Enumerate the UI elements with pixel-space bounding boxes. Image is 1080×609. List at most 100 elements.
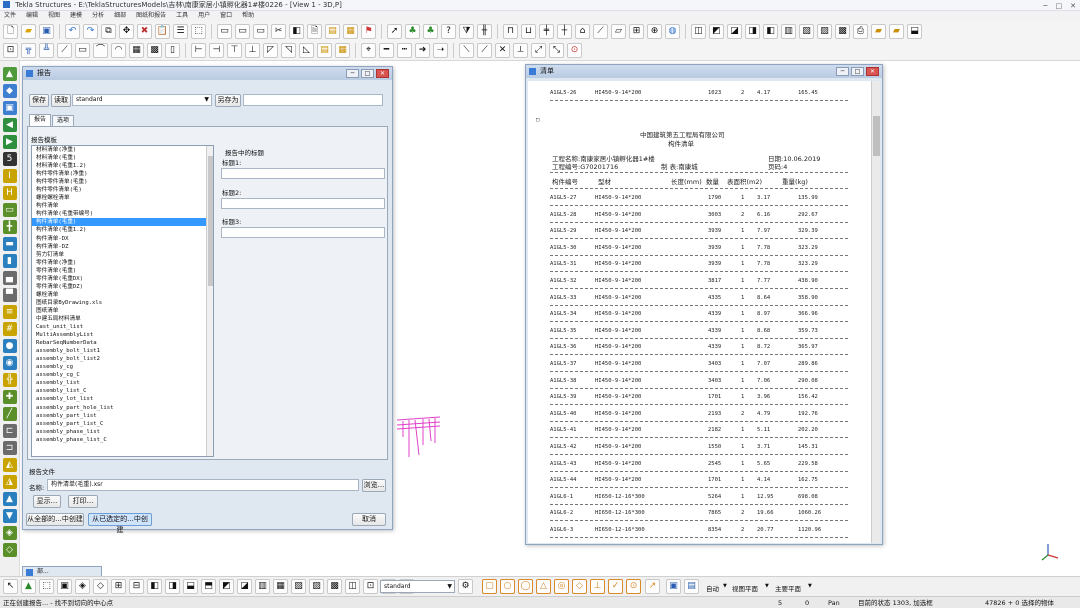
- menu-edit[interactable]: 编辑: [26, 11, 38, 21]
- select-switch-20-icon[interactable]: ◫: [345, 579, 360, 594]
- help-icon[interactable]: ?: [441, 23, 456, 39]
- ladder-tool-icon[interactable]: ⊐: [2, 441, 17, 455]
- select-switch-18-icon[interactable]: ▨: [309, 579, 324, 594]
- cut-part-icon[interactable]: ⊤: [227, 43, 242, 58]
- template-list-item[interactable]: 图纸清单: [32, 307, 213, 315]
- concrete-icon[interactable]: ▦: [129, 43, 144, 58]
- arrow-icon[interactable]: ➚: [387, 23, 402, 39]
- template-list-item[interactable]: assembly_cg_C: [32, 371, 213, 379]
- select-switch-11-icon[interactable]: ⬓: [183, 579, 198, 594]
- curved-beam-icon[interactable]: ◠: [111, 43, 126, 58]
- viewer-scroll-thumb[interactable]: [873, 116, 880, 156]
- folder-icon[interactable]: ▦: [343, 23, 358, 39]
- component-icon[interactable]: ⊡: [3, 43, 18, 58]
- template-list-item[interactable]: assembly_part_list_C: [32, 420, 213, 428]
- plate-tool-icon[interactable]: ▭: [2, 203, 17, 217]
- drawing2-icon[interactable]: ▦: [335, 43, 350, 58]
- new-icon[interactable]: 🗋: [3, 23, 18, 39]
- select-all-icon[interactable]: ▲: [2, 67, 17, 81]
- panel-icon[interactable]: ▯: [165, 43, 180, 58]
- cut-line-icon[interactable]: ⊣: [209, 43, 224, 58]
- dialog-maximize-button[interactable]: □: [361, 69, 374, 78]
- template-list-item[interactable]: 构件清单-DZ: [32, 243, 213, 251]
- template-list-item[interactable]: MultiAssemblyList: [32, 331, 213, 339]
- snap-nearest2-icon[interactable]: ⊙: [626, 579, 641, 594]
- template-list-item[interactable]: assembly_phase_list_C: [32, 436, 213, 444]
- bent-plate-icon[interactable]: ⌒: [93, 43, 108, 58]
- print-button[interactable]: 打印...: [68, 495, 98, 508]
- snap-center-icon[interactable]: ◎: [554, 579, 569, 594]
- tool-c-icon[interactable]: ◪: [727, 23, 742, 39]
- line2-icon[interactable]: ┅: [397, 43, 412, 58]
- tool-b-icon[interactable]: ◩: [709, 23, 724, 39]
- undo-icon[interactable]: ↶: [65, 23, 80, 39]
- template-list[interactable]: 材料清单(净重) 材料清单(毛重) 材料清单(毛重1.2) 构件零件清单(净重) 构件零…: [31, 145, 214, 457]
- snap-free-icon[interactable]: ⤡: [549, 43, 564, 58]
- cut-icon[interactable]: ✂: [271, 23, 286, 39]
- menu-drawings-reports[interactable]: 图纸和报告: [136, 11, 166, 21]
- back-arrow-icon[interactable]: ◀: [2, 118, 17, 132]
- template-list-item[interactable]: 构件清单(毛重1.2): [32, 226, 213, 234]
- properties-icon[interactable]: ☰: [173, 23, 188, 39]
- view3-icon[interactable]: ▭: [253, 23, 268, 39]
- select-icon[interactable]: ⬚: [191, 23, 206, 39]
- snap-perp-icon[interactable]: ⟂: [513, 43, 528, 58]
- stair-tool-icon[interactable]: ⊏: [2, 424, 17, 438]
- globe-icon[interactable]: ◍: [665, 23, 680, 39]
- select-switch-19-icon[interactable]: ▩: [327, 579, 342, 594]
- dialog-minimize-button[interactable]: ─: [346, 69, 359, 78]
- template-list-item[interactable]: 构件清单: [32, 202, 213, 210]
- create-from-selected-button[interactable]: 从已选定的...中创建: [88, 513, 152, 534]
- steel-brace-icon[interactable]: ⟋: [57, 43, 72, 58]
- viewer-scrollbar[interactable]: [871, 81, 880, 543]
- snap-edge-icon[interactable]: ◇: [572, 579, 587, 594]
- template-list-item[interactable]: 材料清单(毛重1.2): [32, 162, 213, 170]
- view-icon[interactable]: ▭: [217, 23, 232, 39]
- pour-tool-icon[interactable]: ▼: [2, 509, 17, 523]
- bolt-tool-icon[interactable]: ●: [2, 339, 17, 353]
- scroll-thumb[interactable]: [208, 156, 213, 286]
- filter-icon[interactable]: ⧩: [459, 23, 474, 39]
- tree-icon[interactable]: ♣: [405, 23, 420, 39]
- snap-triangle-icon[interactable]: △: [536, 579, 551, 594]
- template-list-item[interactable]: 零件清单(毛重DX): [32, 275, 213, 283]
- select-switch-17-icon[interactable]: ▧: [291, 579, 306, 594]
- select-assembly-icon[interactable]: ▣: [2, 101, 17, 115]
- template-list-item[interactable]: assembly_phase_list: [32, 428, 213, 436]
- template-list-item[interactable]: 零件清单(毛重): [32, 267, 213, 275]
- point-tool-icon[interactable]: ✚: [2, 390, 17, 404]
- drawing-icon[interactable]: 🗎: [307, 23, 322, 39]
- custom-tool-icon[interactable]: ◇: [2, 543, 17, 557]
- select-switch-14-icon[interactable]: ◪: [237, 579, 252, 594]
- bolt2-icon[interactable]: ◺: [299, 43, 314, 58]
- snap-int-icon[interactable]: ✕: [495, 43, 510, 58]
- select-switch-5-icon[interactable]: ◈: [75, 579, 90, 594]
- tool-e-icon[interactable]: ◧: [763, 23, 778, 39]
- template-list-item[interactable]: 构件零件清单(毛重): [32, 178, 213, 186]
- plate-icon[interactable]: ▱: [611, 23, 626, 39]
- stair-icon[interactable]: ⟋: [593, 23, 608, 39]
- snap-geom-icon[interactable]: ○: [500, 579, 515, 594]
- template-list-item[interactable]: 螺栓清单: [32, 291, 213, 299]
- template-list-item[interactable]: assembly_part_list: [32, 412, 213, 420]
- beam-icon[interactable]: ⊓: [503, 23, 518, 39]
- template-list-item[interactable]: assembly_cg: [32, 363, 213, 371]
- dialog-close-button[interactable]: ✕: [376, 69, 389, 78]
- template-list-item[interactable]: 材料清单(净重): [32, 146, 213, 154]
- steel-plate-icon[interactable]: ▭: [75, 43, 90, 58]
- view2-icon[interactable]: ▭: [235, 23, 250, 39]
- template-list-item[interactable]: 构件清单(毛重): [32, 218, 213, 227]
- viewer-minimize-button[interactable]: ─: [836, 67, 849, 76]
- rebar-tool-icon[interactable]: ≡: [2, 305, 17, 319]
- footing-tool-icon[interactable]: ▄: [2, 271, 17, 285]
- tool-a-icon[interactable]: ◫: [691, 23, 706, 39]
- template-list-item[interactable]: 构件清单-DX: [32, 235, 213, 243]
- tool-d-icon[interactable]: ◨: [745, 23, 760, 39]
- save-button[interactable]: 保存: [29, 94, 49, 107]
- snap-check-icon[interactable]: ✓: [608, 579, 623, 594]
- arrow2-icon[interactable]: ➜: [415, 43, 430, 58]
- selection-filter-select[interactable]: standard ▼: [380, 580, 455, 593]
- select-switch-2-icon[interactable]: ▲: [21, 579, 36, 594]
- preset-select[interactable]: standard ▼: [72, 94, 212, 106]
- detail-tool-icon[interactable]: ◮: [2, 475, 17, 489]
